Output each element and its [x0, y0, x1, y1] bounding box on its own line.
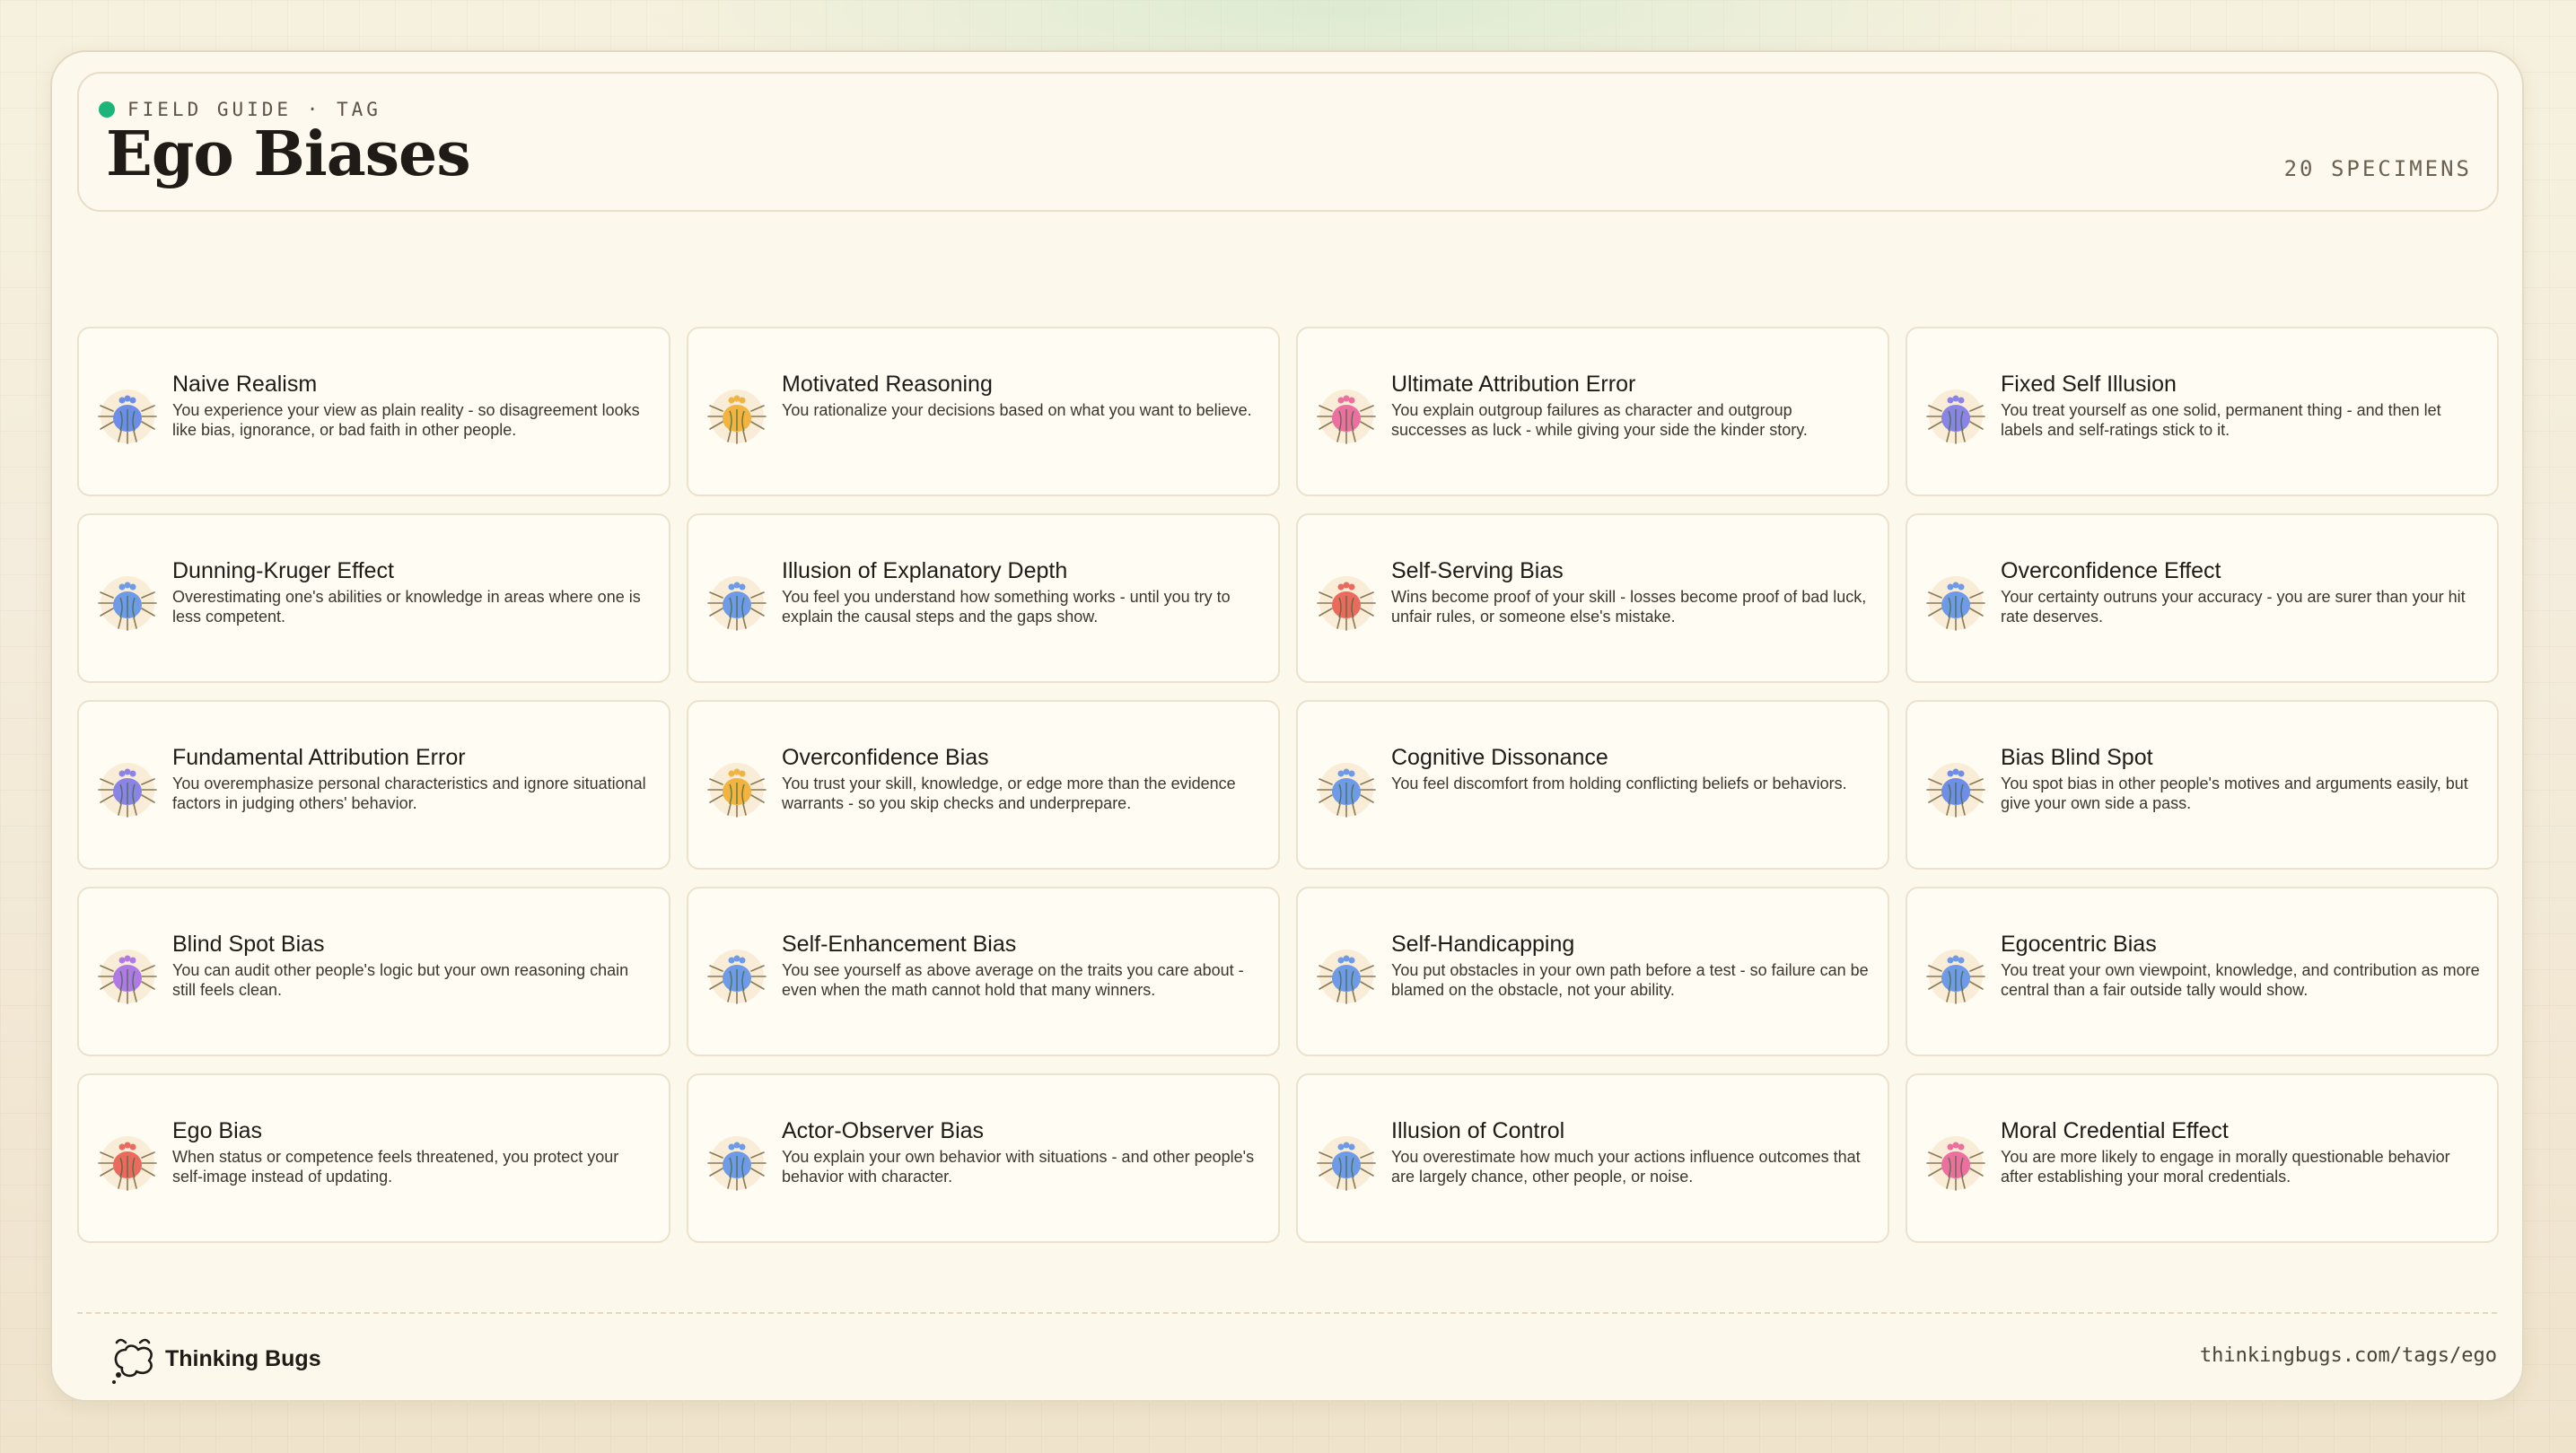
specimen-card[interactable]: Actor-Observer Bias You explain your own… — [687, 1073, 1280, 1243]
card-title: Moral Credential Effect — [2001, 1118, 2229, 1143]
brand-link[interactable]: Thinking Bugs — [108, 1330, 321, 1387]
header-panel: FIELD GUIDE · TAG Ego Biases 20 SPECIMEN… — [77, 72, 2499, 212]
card-description: You explain your own behavior with situa… — [782, 1148, 1255, 1186]
page-frame: FIELD GUIDE · TAG Ego Biases 20 SPECIMEN… — [50, 50, 2524, 1402]
card-description: You overestimate how much your actions i… — [1391, 1148, 1861, 1186]
eyebrow: FIELD GUIDE · TAG — [99, 99, 381, 120]
red-bug-icon — [98, 1136, 157, 1191]
footer-url-link[interactable]: thinkingbugs.com/tags/ego — [2200, 1344, 2497, 1367]
card-description: You experience your view as plain realit… — [172, 401, 640, 439]
card-description: You are more likely to engage in morally… — [2001, 1148, 2450, 1186]
card-title: Bias Blind Spot — [2001, 745, 2153, 770]
card-title: Self-Serving Bias — [1391, 558, 1564, 583]
blue-bug-icon — [1926, 763, 1985, 818]
card-title: Blind Spot Bias — [172, 932, 325, 957]
specimen-card[interactable]: Fixed Self Illusion You treat yourself a… — [1906, 327, 2499, 496]
red-bug-icon — [1317, 576, 1376, 631]
card-description: You treat yourself as one solid, permane… — [2001, 401, 2441, 439]
card-description: You see yourself as above average on the… — [782, 961, 1244, 999]
specimen-card[interactable]: Self-Serving Bias Wins become proof of y… — [1296, 513, 1889, 683]
card-title: Self-Handicapping — [1391, 932, 1575, 957]
specimen-card[interactable]: Motivated Reasoning You rationalize your… — [687, 327, 1280, 496]
footer-divider — [77, 1312, 2497, 1314]
card-title: Fundamental Attribution Error — [172, 745, 466, 770]
card-description: Your certainty outruns your accuracy - y… — [2001, 588, 2466, 626]
specimen-grid: Naive Realism You experience your view a… — [77, 327, 2501, 1243]
card-description: You feel discomfort from holding conflic… — [1391, 775, 1847, 792]
specimen-card[interactable]: Egocentric Bias You treat your own viewp… — [1906, 887, 2499, 1056]
specimen-card[interactable]: Self-Handicapping You put obstacles in y… — [1296, 887, 1889, 1056]
card-description: You rationalize your decisions based on … — [782, 401, 1252, 419]
orange-bug-icon — [707, 390, 767, 444]
blue-bug-icon — [1317, 950, 1376, 1004]
card-title: Ego Bias — [172, 1118, 263, 1143]
specimen-card[interactable]: Cognitive Dissonance You feel discomfort… — [1296, 700, 1889, 870]
card-title: Fixed Self Illusion — [2001, 372, 2177, 397]
card-description: When status or competence feels threaten… — [172, 1148, 619, 1186]
blue-bug-icon — [1317, 763, 1376, 818]
card-description: Overestimating one's abilities or knowle… — [172, 588, 641, 626]
specimen-card[interactable]: Overconfidence Effect Your certainty out… — [1906, 513, 2499, 683]
card-description: You put obstacles in your own path befor… — [1391, 961, 1869, 999]
purple-bug-icon — [1926, 390, 1985, 444]
card-title: Motivated Reasoning — [782, 372, 993, 397]
card-title: Dunning-Kruger Effect — [172, 558, 394, 583]
card-title: Overconfidence Effect — [2001, 558, 2221, 583]
brand-name: Thinking Bugs — [165, 1345, 321, 1371]
card-description: You explain outgroup failures as charact… — [1391, 401, 1808, 439]
blue-bug-icon — [1926, 950, 1985, 1004]
specimen-card[interactable]: Self-Enhancement Bias You see yourself a… — [687, 887, 1280, 1056]
card-title: Cognitive Dissonance — [1391, 745, 1608, 770]
status-dot-icon — [99, 101, 115, 118]
specimen-card[interactable]: Naive Realism You experience your view a… — [77, 327, 670, 496]
blue-bug-icon — [707, 1136, 767, 1191]
specimen-card[interactable]: Ultimate Attribution Error You explain o… — [1296, 327, 1889, 496]
card-description: You overemphasize personal characteristi… — [172, 775, 646, 812]
pink-bug-icon — [1926, 1136, 1985, 1191]
card-description: You trust your skill, knowledge, or edge… — [782, 775, 1236, 812]
card-title: Ultimate Attribution Error — [1391, 372, 1636, 397]
specimen-card[interactable]: Moral Credential Effect You are more lik… — [1906, 1073, 2499, 1243]
specimen-count: 20 SPECIMENS — [2283, 156, 2472, 181]
purple-bug-icon — [98, 763, 157, 818]
specimen-card[interactable]: Ego Bias When status or competence feels… — [77, 1073, 670, 1243]
blue-bug-icon — [98, 390, 157, 444]
specimen-card[interactable]: Dunning-Kruger Effect Overestimating one… — [77, 513, 670, 683]
pink-bug-icon — [1317, 390, 1376, 444]
card-title: Self-Enhancement Bias — [782, 932, 1017, 957]
thinking-bugs-logo-icon — [112, 1338, 153, 1384]
specimen-card[interactable]: Fundamental Attribution Error You overem… — [77, 700, 670, 870]
card-title: Illusion of Explanatory Depth — [782, 558, 1068, 583]
card-title: Egocentric Bias — [2001, 932, 2157, 957]
card-description: You spot bias in other people's motives … — [2001, 775, 2468, 812]
violet-bug-icon — [98, 950, 157, 1004]
card-description: You treat your own viewpoint, knowledge,… — [2001, 961, 2480, 999]
specimen-card[interactable]: Illusion of Control You overestimate how… — [1296, 1073, 1889, 1243]
card-title: Overconfidence Bias — [782, 745, 989, 770]
blue-bug-icon — [98, 576, 157, 631]
card-description: Wins become proof of your skill - losses… — [1391, 588, 1867, 626]
blue-bug-icon — [707, 950, 767, 1004]
specimen-card[interactable]: Overconfidence Bias You trust your skill… — [687, 700, 1280, 870]
card-title: Naive Realism — [172, 372, 318, 397]
specimen-card[interactable]: Illusion of Explanatory Depth You feel y… — [687, 513, 1280, 683]
card-title: Illusion of Control — [1391, 1118, 1565, 1143]
eyebrow-label: FIELD GUIDE · TAG — [127, 99, 381, 120]
blue-bug-icon — [1317, 1136, 1376, 1191]
orange-bug-icon — [707, 763, 767, 818]
card-description: You can audit other people's logic but y… — [172, 961, 629, 999]
blue-bug-icon — [1926, 576, 1985, 631]
card-description: You feel you understand how something wo… — [782, 588, 1231, 626]
specimen-card[interactable]: Bias Blind Spot You spot bias in other p… — [1906, 700, 2499, 870]
blue-bug-icon — [707, 576, 767, 631]
page-title: Ego Biases — [106, 118, 471, 190]
specimen-card[interactable]: Blind Spot Bias You can audit other peop… — [77, 887, 670, 1056]
card-title: Actor-Observer Bias — [782, 1118, 985, 1143]
